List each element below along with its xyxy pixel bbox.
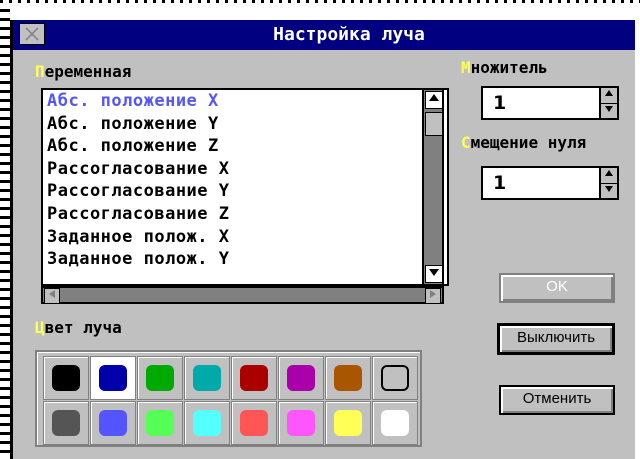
color-swatch (193, 365, 221, 391)
zero-offset-label-text: мещение нуля (470, 133, 587, 152)
vertical-scroll-thumb[interactable] (425, 112, 443, 136)
variable-label: Переменная (35, 62, 131, 81)
color-swatch (193, 410, 221, 436)
color-swatch (146, 410, 174, 436)
close-icon (25, 27, 39, 41)
disable-button[interactable]: Выключить (497, 323, 615, 355)
close-button[interactable] (19, 23, 45, 45)
scroll-right-button[interactable] (425, 288, 441, 304)
color-swatch-cell[interactable] (137, 356, 183, 400)
list-item[interactable]: Абс. положение Y (43, 113, 447, 136)
color-swatch-cell[interactable] (278, 401, 324, 445)
color-swatch-cell[interactable] (231, 401, 277, 445)
arrow-up-icon (605, 170, 613, 176)
zero-offset-label-hotkey: С (461, 133, 471, 152)
zero-offset-spinbox[interactable]: 1 (481, 166, 619, 200)
zero-offset-value[interactable]: 1 (493, 172, 506, 194)
color-swatch-cell[interactable] (43, 356, 89, 400)
title-bar: Настройка луча (13, 20, 635, 50)
multiplier-label-text: ножитель (470, 58, 548, 77)
color-palette[interactable] (35, 350, 422, 447)
list-item[interactable]: Абс. положение X (43, 90, 447, 113)
list-item[interactable]: Рассогласование Z (43, 203, 447, 226)
color-swatch (52, 365, 80, 391)
color-swatch-cell[interactable] (137, 401, 183, 445)
color-swatch-cell[interactable] (372, 401, 418, 445)
scroll-left-button[interactable] (44, 288, 60, 304)
list-item[interactable]: Заданное полож. X (43, 226, 447, 249)
list-item[interactable]: Заданное полож. Y (43, 248, 447, 271)
arrow-right-icon (430, 290, 436, 298)
color-swatch (287, 410, 315, 436)
multiplier-decrement[interactable] (601, 104, 617, 119)
multiplier-value[interactable]: 1 (493, 92, 506, 114)
color-swatch-cell[interactable] (325, 401, 371, 445)
list-item[interactable]: Рассогласование X (43, 158, 447, 181)
variable-label-hotkey: П (35, 62, 45, 81)
dialog-title: Настройка луча (273, 24, 425, 45)
variable-label-text: еременная (44, 62, 132, 81)
scroll-up-button[interactable] (425, 91, 443, 109)
beam-color-label: Цвет луча (35, 318, 122, 337)
arrow-up-icon (429, 94, 439, 101)
color-swatch (99, 410, 127, 436)
color-swatch (334, 365, 362, 391)
cancel-button[interactable]: Отменить (499, 385, 615, 415)
color-swatch-cell[interactable] (372, 356, 418, 400)
horizontal-scrollbar[interactable] (41, 286, 444, 304)
color-swatch (381, 365, 409, 391)
multiplier-spinbox[interactable]: 1 (481, 86, 619, 120)
list-item[interactable]: Абс. положение Z (43, 135, 447, 158)
beam-color-label-text: вет луча (44, 318, 122, 337)
zero-offset-spin-buttons[interactable] (599, 166, 619, 200)
color-swatch-cell[interactable] (90, 401, 136, 445)
color-swatch (334, 410, 362, 436)
multiplier-spin-buttons[interactable] (599, 86, 619, 120)
zero-offset-decrement[interactable] (601, 184, 617, 199)
color-swatch-cell[interactable] (90, 356, 136, 400)
scroll-down-button[interactable] (425, 265, 443, 283)
color-swatch (381, 410, 409, 436)
color-swatch (287, 365, 315, 391)
color-swatch-cell[interactable] (43, 401, 89, 445)
multiplier-label: Множитель (461, 58, 548, 77)
arrow-down-icon (605, 106, 613, 112)
desktop-grid-line (0, 0, 10, 459)
zero-offset-increment[interactable] (601, 168, 617, 184)
multiplier-label-hotkey: М (461, 58, 471, 77)
list-item[interactable]: Рассогласование Y (43, 180, 447, 203)
arrow-left-icon (49, 290, 55, 298)
color-swatch-cell[interactable] (325, 356, 371, 400)
multiplier-increment[interactable] (601, 88, 617, 104)
beam-settings-dialog: Настройка луча Переменная Абс. положение… (10, 20, 635, 459)
color-swatch-cell[interactable] (184, 401, 230, 445)
desktop-grid-line (0, 0, 640, 3)
color-swatch (146, 365, 174, 391)
zero-offset-label: Смещение нуля (461, 133, 586, 152)
beam-color-label-hotkey: Ц (35, 318, 45, 337)
variable-listbox[interactable]: Абс. положение X Абс. положение Y Абс. пол… (41, 88, 449, 286)
color-swatch-cell[interactable] (231, 356, 277, 400)
color-swatch (52, 410, 80, 436)
arrow-down-icon (605, 186, 613, 192)
color-swatch-cell[interactable] (184, 356, 230, 400)
vertical-scrollbar[interactable] (422, 88, 444, 286)
color-swatch (240, 410, 268, 436)
arrow-up-icon (605, 90, 613, 96)
color-swatch (240, 365, 268, 391)
ok-button[interactable]: OK (499, 273, 615, 303)
color-swatch (99, 365, 127, 391)
arrow-down-icon (429, 269, 439, 276)
color-swatch-cell[interactable] (278, 356, 324, 400)
